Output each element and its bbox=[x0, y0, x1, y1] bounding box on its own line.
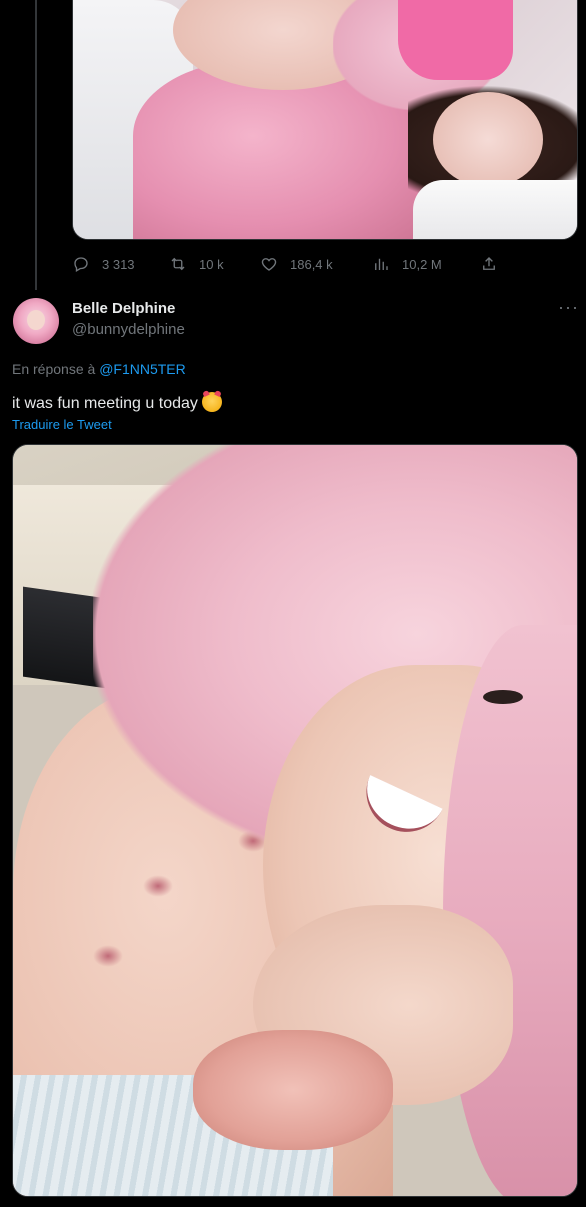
tweet-text: it was fun meeting u today bbox=[12, 392, 222, 413]
tweet-text-content: it was fun meeting u today bbox=[12, 395, 198, 412]
smiling-face-with-hearts-icon bbox=[201, 392, 222, 412]
more-icon[interactable]: ··· bbox=[558, 298, 579, 316]
reply-button[interactable]: 3 313 bbox=[72, 255, 135, 273]
previous-tweet-image[interactable] bbox=[72, 0, 578, 240]
like-count: 186,4 k bbox=[290, 256, 333, 272]
views-count: 10,2 M bbox=[402, 256, 442, 272]
translate-link[interactable]: Traduire le Tweet bbox=[12, 417, 112, 432]
views-icon bbox=[375, 258, 388, 270]
thread-line bbox=[35, 0, 37, 290]
display-name[interactable]: Belle Delphine bbox=[72, 299, 185, 319]
previous-tweet-actions: 3 313 10 k 186,4 k 10,2 M bbox=[72, 250, 502, 278]
views-button[interactable]: 10,2 M bbox=[372, 255, 442, 273]
heart-icon bbox=[261, 258, 277, 271]
tweet-image[interactable] bbox=[12, 444, 578, 1197]
retweet-button[interactable]: 10 k bbox=[169, 255, 224, 273]
retweet-icon bbox=[171, 257, 185, 271]
reply-icon bbox=[74, 257, 88, 272]
tweet-header: Belle Delphine @bunnydelphine bbox=[72, 299, 185, 339]
reply-prefix: En réponse à bbox=[12, 361, 96, 377]
user-handle[interactable]: @bunnydelphine bbox=[72, 320, 185, 340]
retweet-count: 10 k bbox=[199, 256, 224, 272]
share-icon bbox=[483, 257, 495, 270]
reply-to-link[interactable]: @F1NN5TER bbox=[99, 361, 186, 377]
avatar[interactable] bbox=[13, 298, 59, 344]
reply-context: En réponse à @F1NN5TER bbox=[12, 361, 186, 377]
share-button[interactable] bbox=[480, 255, 498, 273]
like-button[interactable]: 186,4 k bbox=[260, 255, 333, 273]
timeline: 3 313 10 k 186,4 k 10,2 M Belle Delphine… bbox=[0, 0, 586, 1207]
reply-count: 3 313 bbox=[102, 256, 135, 272]
